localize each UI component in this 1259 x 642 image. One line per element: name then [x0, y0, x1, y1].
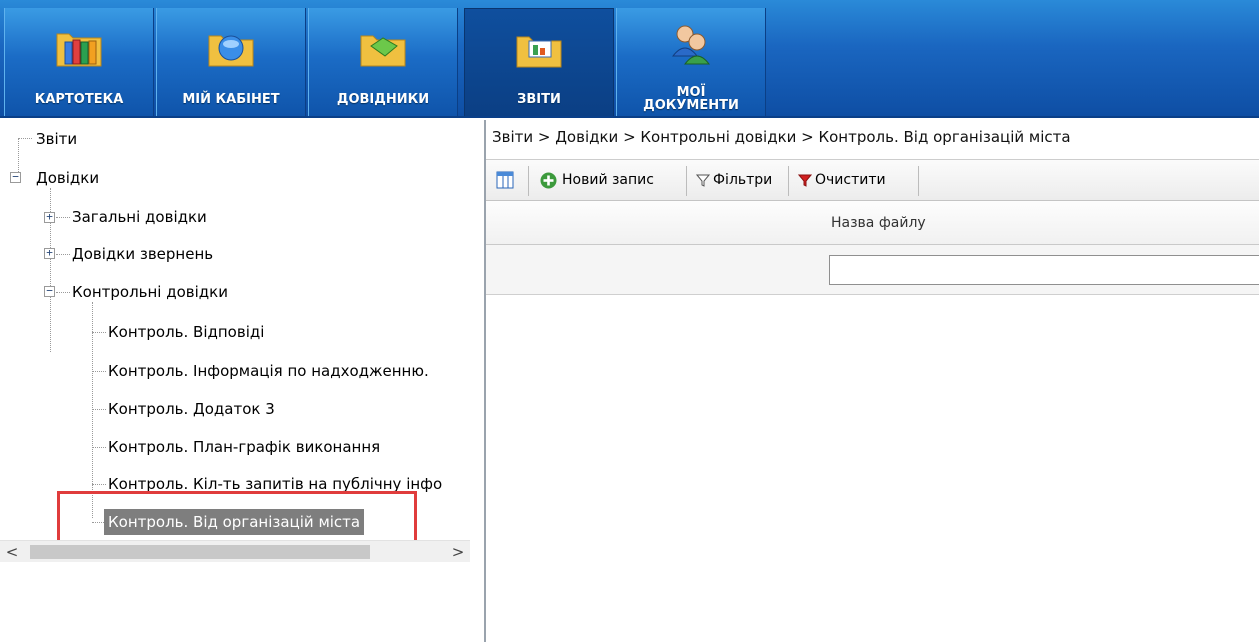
top-navigation-bar: КАРТОТЕКА МІЙ КАБІНЕТ ДОВІДНИКИ ЗВІТИ МО…: [0, 0, 1259, 118]
grid-column-header-row: Назва файлу: [486, 201, 1259, 245]
directories-icon: [360, 35, 406, 67]
scroll-left-arrow-icon[interactable]: <: [0, 541, 24, 563]
tree-item-kontrol-zapyty[interactable]: Контроль. Кіл-ть запитів на публічну інф…: [108, 471, 484, 497]
tab-my-cabinet[interactable]: МІЙ КАБІНЕТ: [156, 8, 306, 116]
navigation-tree: − + + − Звіти Довідки Загальні довідки Д…: [0, 120, 484, 642]
tree-item-dovidky-zvernen[interactable]: Довідки звернень: [72, 241, 213, 267]
tree-item-zvity[interactable]: Звіти: [36, 126, 77, 152]
grid-toolbar: Новий запис Фільтри Очистити: [486, 159, 1259, 201]
filter-funnel-icon: [695, 174, 711, 187]
column-chooser-button[interactable]: [496, 160, 514, 200]
tree-item-kontrol-informatsiia[interactable]: Контроль. Інформація по надходженню.: [108, 358, 429, 384]
tab-reports-label: ЗВІТИ: [517, 92, 561, 107]
reports-icon: [516, 36, 562, 68]
tree-item-dovidky[interactable]: Довідки: [36, 165, 99, 191]
scrollbar-thumb[interactable]: [30, 545, 370, 559]
tab-directories[interactable]: ДОВІДНИКИ: [308, 8, 458, 116]
tab-kartoteka[interactable]: КАРТОТЕКА: [4, 8, 154, 116]
tab-reports[interactable]: ЗВІТИ: [464, 8, 614, 116]
clear-filter-icon: [797, 174, 813, 187]
tab-my-documents[interactable]: МОЇ ДОКУМЕНТИ: [616, 8, 766, 116]
tree-item-kontrolni-dovidky[interactable]: Контрольні довідки: [72, 279, 228, 305]
add-circle-icon: [540, 172, 557, 188]
new-record-button[interactable]: Новий запис: [540, 160, 654, 200]
tab-my-cabinet-label: МІЙ КАБІНЕТ: [182, 92, 280, 107]
tab-my-documents-label: МОЇ ДОКУМЕНТИ: [617, 86, 765, 112]
users-icon: [671, 25, 711, 65]
tree-toggle-kontrolni[interactable]: −: [44, 285, 55, 297]
tab-kartoteka-label: КАРТОТЕКА: [34, 92, 124, 107]
tree-item-kontrol-plan-hrafik[interactable]: Контроль. План-графік виконання: [108, 434, 380, 460]
column-header-file-name[interactable]: Назва файлу: [831, 201, 926, 245]
tab-my-documents-label-line2: ДОКУМЕНТИ: [643, 98, 739, 113]
tree-toggle-dovidky[interactable]: −: [10, 171, 21, 183]
tree-toggle-zvernen[interactable]: +: [44, 247, 55, 259]
tree-item-kontrol-dodatok-3[interactable]: Контроль. Додаток 3: [108, 396, 275, 422]
grid-filter-row: [486, 245, 1259, 295]
new-record-label: Новий запис: [562, 172, 654, 188]
tree-item-kontrol-vidpovidi[interactable]: Контроль. Відповіді: [108, 319, 264, 345]
tree-horizontal-scrollbar[interactable]: < >: [0, 540, 470, 562]
filters-label: Фільтри: [713, 172, 773, 188]
cabinet-icon: [208, 35, 254, 67]
scroll-right-arrow-icon[interactable]: >: [446, 541, 470, 563]
tree-toggle-zagalni[interactable]: +: [44, 211, 55, 223]
breadcrumb: Звіти > Довідки > Контрольні довідки > К…: [492, 128, 1071, 146]
file-name-filter-input[interactable]: [829, 255, 1259, 285]
folders-icon: [56, 33, 102, 67]
filters-button[interactable]: Фільтри: [695, 160, 773, 200]
tree-item-zagalni-dovidky[interactable]: Загальні довідки: [72, 204, 207, 230]
tree-item-kontrol-orhanizatsii-selected[interactable]: Контроль. Від організацій міста: [104, 509, 365, 535]
clear-filters-button[interactable]: Очистити: [797, 160, 886, 200]
clear-filters-label: Очистити: [815, 172, 886, 188]
tab-directories-label: ДОВІДНИКИ: [336, 92, 430, 107]
columns-icon: [496, 171, 514, 189]
